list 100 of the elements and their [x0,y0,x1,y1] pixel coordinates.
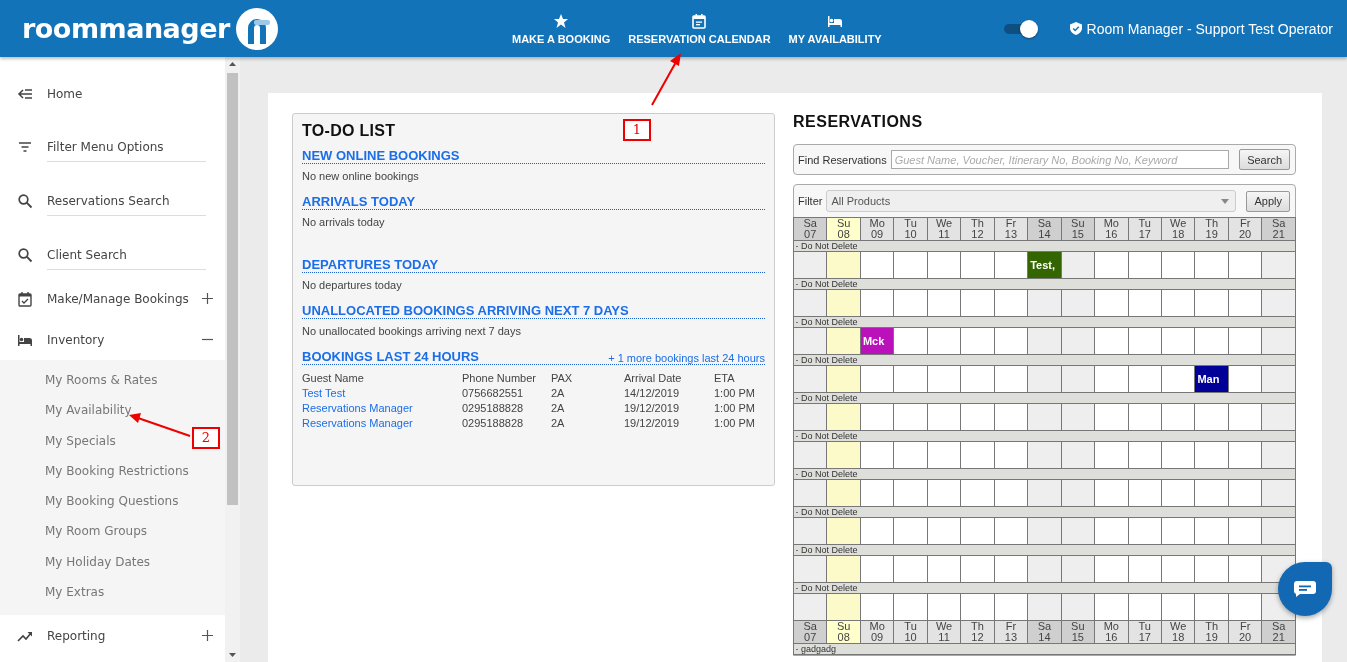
scroll-thumb[interactable] [227,73,238,505]
submenu-item[interactable]: My Extras [45,577,105,608]
annotation-arrow [651,53,681,106]
room-group-label: gadgadg [800,644,837,654]
sidebar-item[interactable]: Home [0,71,225,116]
annotation-label: 2 [192,427,220,449]
calendar-cell[interactable] [793,593,827,621]
room-group-label: Do Not Delete [800,545,858,555]
search-icon [17,193,33,209]
empty-message: No new online bookings [302,170,420,182]
annotation-arrow [129,413,191,437]
calendar-cell[interactable] [793,327,827,355]
table-cell: 1:00 PM [714,401,755,416]
sidebar-item[interactable]: Client Search [0,224,225,278]
table-cell: 19/12/2019 [624,401,714,416]
calendar-cell[interactable] [793,365,827,393]
field-label: Find Reservations [798,153,887,166]
table-cell: 0756682551 [462,386,551,401]
submenu-item[interactable]: My Room Groups [45,516,148,547]
guest-link[interactable]: Test Test [302,387,346,399]
table-cell: 2A [551,416,624,431]
calendar-cell[interactable] [793,403,827,431]
table-cell: 0295188828 [462,401,551,416]
submenu-item[interactable]: My Rooms & Rates [45,365,158,396]
room-group-label: Do Not Delete [800,431,858,441]
day-header: Su 15 [1061,217,1095,241]
nav-item[interactable]: MAKE A BOOKING [512,12,611,45]
room-group-label: Do Not Delete [800,355,858,365]
search-field[interactable]: Guest Name, Voucher, Itinerary No, Booking No, Keyword [890,150,1230,169]
day-header: Tu 17 [1128,217,1162,241]
sidebar-item[interactable]: Inventory [0,319,225,360]
shield-icon [1069,22,1082,35]
submenu-item[interactable]: My Booking Questions [45,486,179,517]
calendar-cell[interactable] [793,289,827,317]
day-header: Mo 16 [1094,217,1129,241]
user-name: Room Manager - Support Test Operator [1086,20,1333,37]
room-group-label: Do Not Delete [800,241,858,251]
section-heading: BOOKINGS LAST 24 HOURS [302,349,479,364]
section-heading: DEPARTURES TODAY [302,257,439,272]
product-dropdown[interactable]: All Products [826,190,1237,212]
logo-text: roommanager [22,13,230,44]
table-cell: 14/12/2019 [624,386,714,401]
scrollbar[interactable] [225,57,240,662]
room-group-label: Do Not Delete [800,583,858,593]
submenu-item[interactable]: My Holiday Dates [45,546,151,578]
guest-link[interactable]: Reservations Manager [302,417,413,429]
field-label: Filter [798,195,823,207]
sidebar-item[interactable]: Make/Manage Bookings [0,278,225,319]
column-header: Phone Number [462,370,551,386]
day-header: Sa 07 [793,620,827,644]
day-header: We 11 [927,217,961,241]
star-icon [553,12,570,29]
day-header: Sa 14 [1027,217,1062,241]
day-header: Th 19 [1194,217,1229,241]
table-cell: 19/12/2019 [624,416,714,431]
calendar-cell[interactable] [793,517,827,545]
sidebar-item[interactable]: Filter Menu Options [0,116,225,170]
column-header: Arrival Date [624,370,714,386]
submenu-item[interactable]: My Booking Restrictions [45,455,189,487]
empty-message: No arrivals today [302,216,386,228]
section-heading: ARRIVALS TODAY [302,194,416,209]
day-header: Tu 10 [893,217,928,241]
nav-item[interactable]: MY AVAILABILITY [788,12,882,45]
calendar-cell[interactable] [793,479,827,507]
logo-icon [235,7,278,50]
apply-button[interactable]: Apply [1246,190,1290,212]
room-group-label: Do Not Delete [800,469,858,479]
search-icon [17,247,33,263]
room-group-label: Do Not Delete [800,393,858,403]
table-cell: 1:00 PM [714,416,755,431]
section-heading: NEW ONLINE BOOKINGS [302,148,460,163]
column-header: Guest Name [302,370,462,386]
day-header: Th 12 [960,217,995,241]
empty-message: No departures today [302,279,403,291]
sidebar-item[interactable]: Reporting [0,615,225,657]
annotation-label: 1 [623,119,651,141]
section-heading: UNALLOCATED BOOKINGS ARRIVING NEXT 7 DAYS [302,303,629,318]
day-header: Sa 21 [1261,217,1296,241]
calendar-cell[interactable] [793,441,827,469]
more-link[interactable]: + 1 more bookings last 24 hours [608,352,765,364]
room-group-label: Do Not Delete [800,279,858,289]
sidebar-item[interactable]: Reservations Search [0,170,225,224]
day-header: Sa 07 [793,217,827,241]
empty-message: No unallocated bookings arriving next 7 days [302,325,522,337]
chat-icon [1294,581,1316,597]
calendar-cell[interactable] [793,555,827,583]
table-cell: 0295188828 [462,416,551,431]
submenu-item[interactable]: My Availability [45,395,132,426]
search-button[interactable]: Search [1239,149,1290,170]
panel-title: TO-DO LIST [302,122,396,140]
day-header: Mo 09 [860,217,894,241]
column-header: ETA [714,371,736,386]
guest-link[interactable]: Reservations Manager [302,402,413,414]
submenu-item[interactable]: My Specials [45,425,116,456]
nav-item[interactable]: RESERVATION CALENDAR [628,12,771,45]
section-title: RESERVATIONS [793,113,924,131]
calendar-cell[interactable] [793,251,827,279]
table-cell: 2A [551,386,624,401]
room-group-label: Do Not Delete [800,317,858,327]
filter-icon [17,139,33,155]
